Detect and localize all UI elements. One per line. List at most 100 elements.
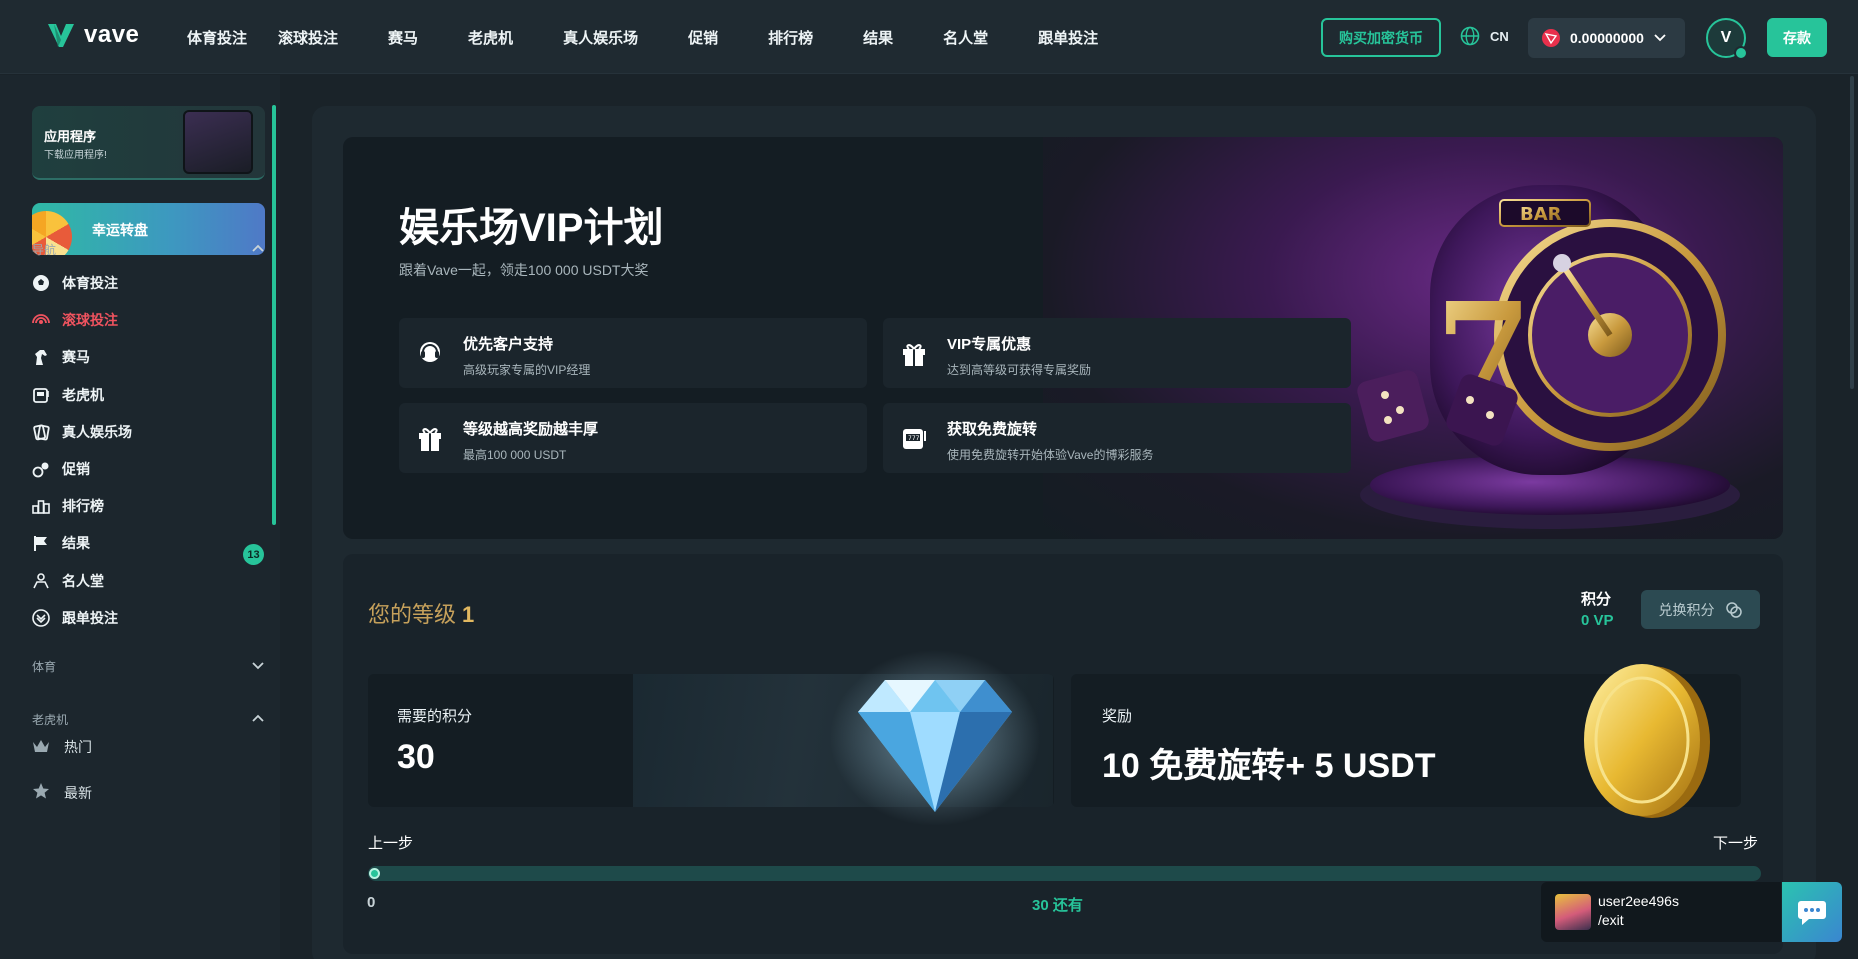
reward-value: 10 免费旋转+ 5 USDT: [1102, 747, 1436, 785]
chevron-up-icon[interactable]: [251, 711, 265, 725]
promo-icon: [32, 460, 50, 478]
buy-crypto-button[interactable]: 购买加密货币: [1321, 18, 1441, 57]
nav-sports[interactable]: 体育投注: [187, 27, 247, 48]
slot-machine-icon: [32, 386, 50, 404]
chevron-down-icon: [1654, 34, 1666, 42]
diamond-illustration: [830, 650, 1040, 825]
cards-icon: [32, 423, 50, 441]
feature-title: 优先客户支持: [463, 336, 554, 353]
sidebar-item-label: 跟单投注: [62, 610, 118, 626]
chat-bubble-icon: [1798, 901, 1826, 925]
vave-logo-icon: [48, 24, 74, 47]
sidebar-item-horse[interactable]: 赛马: [32, 347, 90, 367]
exchange-points-label: 兑换积分: [1658, 601, 1715, 618]
language-selector[interactable]: CN: [1460, 26, 1509, 46]
sidebar-item-live-casino[interactable]: 真人娱乐场: [32, 422, 132, 442]
feature-title: 获取免费旋转: [947, 421, 1038, 438]
previous-level-button[interactable]: 上一步: [368, 832, 413, 853]
level-progress-bar: [368, 866, 1761, 881]
chevron-up-icon[interactable]: [251, 241, 265, 255]
page-scrollbar[interactable]: [1850, 76, 1854, 389]
sidebar-item-results[interactable]: 结果: [32, 533, 90, 553]
sidebar-item-live[interactable]: 滚球投注: [32, 310, 118, 330]
lucky-wheel-label: 幸运转盘: [92, 222, 148, 238]
logo[interactable]: vave: [46, 20, 139, 50]
tron-coin-icon: [1542, 29, 1560, 47]
app-card-title: 应用程序: [44, 129, 97, 144]
nav-section-title: 导航: [32, 243, 57, 257]
nav-live-casino[interactable]: 真人娱乐场: [563, 27, 638, 48]
exchange-coins-icon: [1725, 601, 1742, 618]
sidebar-item-label: 滚球投注: [62, 312, 118, 328]
feature-subtitle: 达到高等级可获得专属奖励: [947, 363, 1092, 377]
flag-icon: [32, 534, 50, 552]
sidebar-item-copy-bet[interactable]: 跟单投注: [32, 608, 118, 628]
chevron-down-icon[interactable]: [251, 659, 265, 673]
nav-horse[interactable]: 赛马: [388, 27, 418, 48]
soccer-ball-icon: [32, 274, 50, 292]
progress-marker: [369, 868, 380, 879]
nav-leaderboard[interactable]: 排行榜: [768, 27, 813, 48]
slot-bar-text: BAR: [1520, 204, 1562, 225]
balance-amount: 0.00000000: [1570, 30, 1644, 46]
sidebar-item-leaderboard[interactable]: 排行榜: [32, 496, 104, 516]
profile-avatar[interactable]: V: [1706, 18, 1748, 60]
live-signal-icon: [32, 311, 50, 329]
live-chat-button[interactable]: [1782, 882, 1842, 942]
nav-hall-of-fame[interactable]: 名人堂: [943, 27, 988, 48]
feature-subtitle: 高级玩家专属的VIP经理: [463, 363, 591, 377]
balance-dropdown[interactable]: 0.00000000: [1528, 18, 1685, 58]
sidebar-item-label: 排行榜: [62, 498, 104, 514]
nav-results[interactable]: 结果: [863, 27, 893, 48]
required-points-value: 30: [397, 738, 435, 776]
star-icon: [32, 782, 50, 803]
crown-icon: [32, 738, 50, 757]
nav-copy-bet[interactable]: 跟单投注: [1038, 27, 1098, 48]
user-session-chip[interactable]: user2ee496s /exit: [1541, 882, 1781, 942]
nav-live[interactable]: 滚球投注: [278, 27, 338, 48]
app-card-subtitle: 下载应用程序!: [44, 150, 107, 161]
sidebar-item-label: 赛马: [62, 349, 90, 365]
points-label: 积分: [1581, 591, 1612, 608]
lucky-wheel-card[interactable]: 幸运转盘: [32, 203, 265, 255]
sidebar-item-label: 最新: [64, 784, 92, 801]
sidebar: 应用程序 下载应用程序! 幸运转盘 导航 体育投注 滚球投注 赛马 老虎机 真人…: [0, 75, 280, 959]
gift-icon: [903, 344, 925, 366]
exchange-points-button[interactable]: 兑换积分: [1641, 590, 1760, 629]
level-label: 您的等级: [368, 602, 457, 627]
feature-subtitle: 最高100 000 USDT: [463, 448, 567, 462]
required-points-label: 需要的积分: [397, 708, 473, 725]
feature-card-offers: VIP专属优惠 达到高等级可获得专属奖励: [883, 318, 1351, 388]
logo-text: vave: [84, 21, 140, 48]
sidebar-item-label: 老虎机: [62, 387, 104, 403]
nav-slots[interactable]: 老虎机: [468, 27, 513, 48]
feature-card-support: 优先客户支持 高级玩家专属的VIP经理: [399, 318, 867, 388]
feature-title: VIP专属优惠: [947, 336, 1032, 353]
horse-icon: [32, 348, 50, 366]
sidebar-scrollbar[interactable]: [272, 105, 276, 525]
next-level-button[interactable]: 下一步: [1713, 832, 1758, 853]
sidebar-item-slots[interactable]: 老虎机: [32, 385, 104, 405]
sidebar-item-hot[interactable]: 热门: [32, 737, 92, 757]
nav-promotions[interactable]: 促销: [688, 27, 718, 48]
hero-subtitle: 跟着Vave一起，领走100 000 USDT大奖: [399, 262, 649, 278]
sidebar-item-promotions[interactable]: 促销: [32, 459, 90, 479]
sidebar-item-hall-of-fame[interactable]: 名人堂: [32, 571, 104, 591]
exit-link[interactable]: /exit: [1598, 912, 1624, 928]
svg-text:777: 777: [908, 435, 920, 442]
sidebar-item-label: 体育投注: [62, 275, 118, 291]
promo-count-badge: 13: [243, 544, 264, 565]
sidebar-item-new[interactable]: 最新: [32, 782, 92, 803]
feature-title: 等级越高奖励越丰厚: [463, 421, 599, 438]
deposit-button[interactable]: 存款: [1767, 18, 1827, 57]
hero-title: 娱乐场VIP计划: [399, 206, 664, 250]
slots-section-title: 老虎机: [32, 713, 69, 727]
sidebar-item-sports[interactable]: 体育投注: [32, 273, 118, 293]
gift-box-icon: [419, 428, 441, 451]
sidebar-item-label: 真人娱乐场: [62, 424, 132, 440]
points-value: 0 VP: [1581, 612, 1614, 629]
leaderboard-icon: [32, 497, 50, 515]
username: user2ee496s: [1598, 893, 1679, 909]
progress-start-value: 0: [367, 894, 376, 911]
download-app-card[interactable]: 应用程序 下载应用程序!: [32, 106, 265, 180]
